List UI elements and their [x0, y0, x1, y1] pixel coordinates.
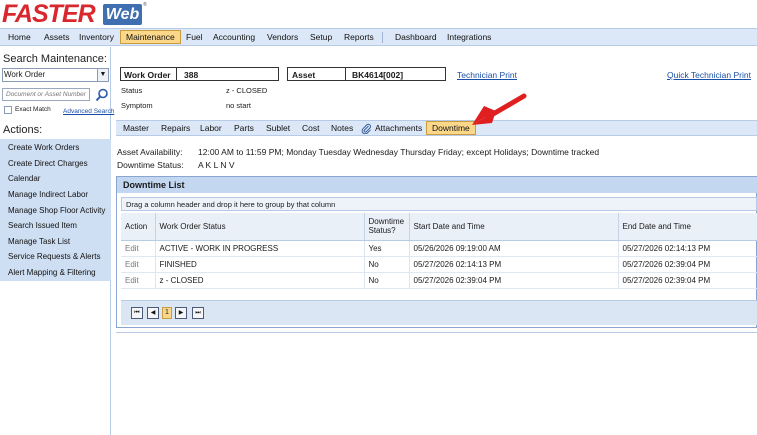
status-label: Status — [121, 86, 143, 95]
end-date-cell: 05/27/2026 02:39:04 PM — [618, 272, 757, 289]
trademark-mark: ® — [143, 2, 147, 8]
nav-divider — [382, 32, 383, 43]
asset-label: Asset — [292, 70, 316, 80]
content-bottom-divider — [116, 332, 757, 333]
asset-divider — [345, 67, 346, 81]
work-order-status-cell: z - CLOSED — [155, 272, 365, 289]
edit-link[interactable]: Edit — [121, 256, 156, 273]
asset-availability-value: 12:00 AM to 11:59 PM; Monday Tuesday Wed… — [198, 147, 600, 157]
current-page-number[interactable]: 1 — [162, 307, 172, 319]
action-manage-task-list[interactable]: Manage Task List — [8, 237, 70, 246]
last-page-button[interactable]: ⏭ — [192, 307, 204, 319]
downtime-status-cell: No — [364, 272, 410, 289]
column-header-downtime-status[interactable]: Downtime Status? — [364, 213, 410, 241]
work-order-number: 388 — [184, 70, 199, 80]
downtime-status-value: A K L N V — [198, 160, 235, 170]
paperclip-icon — [361, 123, 371, 134]
web-logo-badge: Web — [103, 4, 142, 25]
start-date-cell: 05/27/2026 02:39:04 PM — [409, 272, 619, 289]
edit-link[interactable]: Edit — [121, 240, 156, 257]
work-order-status-cell: FINISHED — [155, 256, 365, 273]
nav-home[interactable]: Home — [8, 32, 31, 42]
start-date-cell: 05/27/2026 02:14:13 PM — [409, 256, 619, 273]
downtime-status-cell: No — [364, 256, 410, 273]
downtime-status-cell: Yes — [364, 240, 410, 257]
tab-downtime[interactable]: Downtime — [426, 121, 476, 135]
action-calendar[interactable]: Calendar — [8, 174, 40, 183]
actions-title: Actions: — [3, 124, 43, 136]
table-row: Edit FINISHED No 05/27/2026 02:14:13 PM … — [121, 256, 757, 273]
nav-inventory[interactable]: Inventory — [79, 32, 114, 42]
technician-print-link[interactable]: Technician Print — [457, 70, 517, 80]
nav-vendors[interactable]: Vendors — [267, 32, 298, 42]
tab-parts[interactable]: Parts — [234, 123, 254, 133]
action-manage-shop-floor-activity[interactable]: Manage Shop Floor Activity — [8, 206, 105, 215]
exact-match-label: Exact Match — [15, 106, 51, 113]
status-value: z - CLOSED — [226, 86, 268, 95]
search-type-value: Work Order — [4, 70, 46, 79]
red-arrow-annotation — [472, 93, 527, 125]
tab-master[interactable]: Master — [123, 123, 149, 133]
group-by-drop-zone[interactable]: Drag a column header and drop it here to… — [121, 197, 757, 211]
actions-list: Create Work Orders Create Direct Charges… — [0, 139, 111, 281]
quick-technician-print-link[interactable]: Quick Technician Print — [667, 70, 751, 80]
document-asset-search-input[interactable] — [2, 88, 90, 101]
nav-setup[interactable]: Setup — [310, 32, 332, 42]
action-service-requests-alerts[interactable]: Service Requests & Alerts — [8, 252, 100, 261]
tab-notes[interactable]: Notes — [331, 123, 353, 133]
column-header-start-date[interactable]: Start Date and Time — [409, 213, 619, 241]
prev-page-button[interactable]: ◀ — [147, 307, 159, 319]
column-header-work-order-status[interactable]: Work Order Status — [155, 213, 365, 241]
end-date-cell: 05/27/2026 02:14:13 PM — [618, 240, 757, 257]
edit-link[interactable]: Edit — [121, 272, 156, 289]
work-order-label: Work Order — [124, 70, 171, 80]
column-header-action[interactable]: Action — [121, 213, 156, 241]
action-create-direct-charges[interactable]: Create Direct Charges — [8, 159, 88, 168]
tab-sublet[interactable]: Sublet — [266, 123, 290, 133]
nav-reports[interactable]: Reports — [344, 32, 374, 42]
nav-maintenance[interactable]: Maintenance — [120, 30, 181, 44]
column-header-end-date[interactable]: End Date and Time — [618, 213, 757, 241]
tab-attachments[interactable]: Attachments — [375, 123, 422, 133]
first-page-button[interactable]: ⏮ — [131, 307, 143, 319]
downtime-grid: Action Work Order Status Downtime Status… — [121, 213, 757, 289]
action-create-work-orders[interactable]: Create Work Orders — [8, 143, 79, 152]
top-nav-bar: Home Assets Inventory Maintenance Fuel A… — [0, 28, 757, 46]
action-alert-mapping-filtering[interactable]: Alert Mapping & Filtering — [8, 268, 96, 277]
search-maintenance-title: Search Maintenance: — [3, 53, 107, 65]
work-order-divider — [176, 67, 177, 81]
nav-assets[interactable]: Assets — [44, 32, 70, 42]
downtime-status-label: Downtime Status: — [117, 160, 184, 170]
asset-number: BK4614[002] — [352, 70, 404, 80]
chevron-down-icon[interactable]: ▼ — [97, 69, 108, 81]
next-page-button[interactable]: ▶ — [175, 307, 187, 319]
nav-fuel[interactable]: Fuel — [186, 32, 203, 42]
tab-labor[interactable]: Labor — [200, 123, 222, 133]
advanced-search-link[interactable]: Advanced Search — [63, 108, 114, 115]
faster-logo: FASTER — [2, 0, 96, 28]
downtime-list-title: Downtime List — [117, 177, 757, 193]
nav-integrations[interactable]: Integrations — [447, 32, 491, 42]
symptom-label: Symptom — [121, 101, 153, 110]
tab-cost[interactable]: Cost — [302, 123, 319, 133]
asset-availability-label: Asset Availability: — [117, 147, 183, 157]
symptom-value: no start — [226, 101, 252, 110]
exact-match-checkbox[interactable] — [4, 106, 12, 114]
table-row: Edit ACTIVE - WORK IN PROGRESS Yes 05/26… — [121, 240, 757, 257]
action-manage-indirect-labor[interactable]: Manage Indirect Labor — [8, 190, 88, 199]
action-search-issued-item[interactable]: Search Issued Item — [8, 221, 77, 230]
nav-accounting[interactable]: Accounting — [213, 32, 255, 42]
search-icon[interactable] — [95, 88, 109, 102]
table-row: Edit z - CLOSED No 05/27/2026 02:39:04 P… — [121, 272, 757, 289]
end-date-cell: 05/27/2026 02:39:04 PM — [618, 256, 757, 273]
pager-bar — [121, 300, 757, 325]
work-order-status-cell: ACTIVE - WORK IN PROGRESS — [155, 240, 365, 257]
tab-repairs[interactable]: Repairs — [161, 123, 190, 133]
start-date-cell: 05/26/2026 09:19:00 AM — [409, 240, 619, 257]
nav-dashboard[interactable]: Dashboard — [395, 32, 437, 42]
